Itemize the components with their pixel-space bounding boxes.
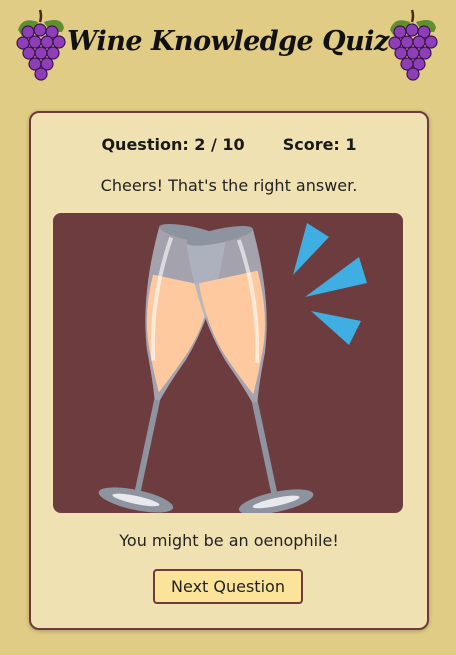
result-image: [53, 213, 403, 513]
grapes-icon: [388, 9, 438, 81]
answer-feedback: Cheers! That's the right answer.: [100, 176, 358, 195]
next-question-button[interactable]: Next Question: [153, 569, 303, 604]
quiz-card: Question: 2 / 10 Score: 1 Cheers! That's …: [29, 111, 429, 630]
sparkle-icon: [293, 223, 367, 345]
score-counter: Score: 1: [282, 135, 357, 154]
page-header: Wine Knowledge Quiz: [0, 0, 456, 96]
quiz-status: Question: 2 / 10 Score: 1: [31, 135, 427, 154]
question-counter: Question: 2 / 10: [101, 135, 245, 154]
result-message: You might be an oenophile!: [119, 531, 339, 550]
clinking-glasses-icon: [98, 223, 367, 513]
